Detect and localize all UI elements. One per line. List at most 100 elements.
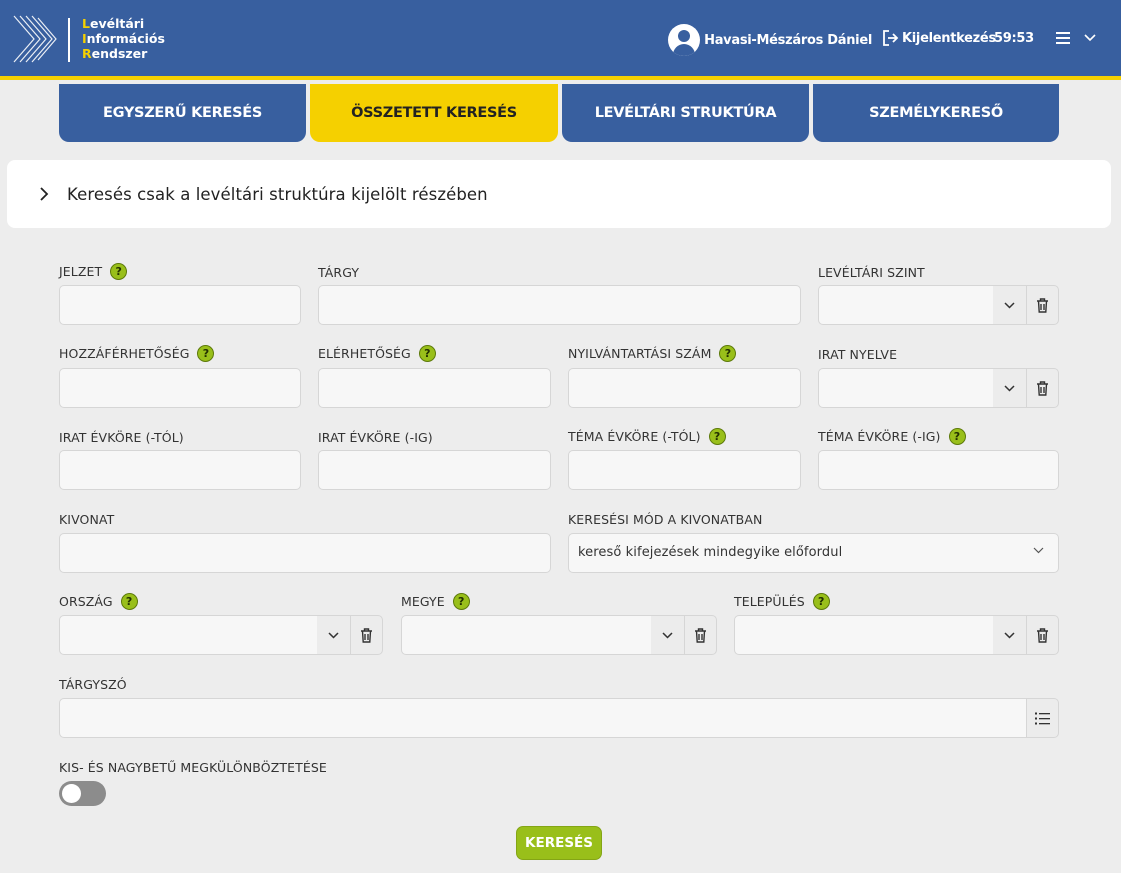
keresesi-mod-select[interactable]: kereső kifejezések mindegyike előfordul [568,533,1059,573]
irat-evkore-ig-label-text: IRAT ÉVKÖRE (-IG) [318,430,433,445]
chevron-down-icon [1004,384,1015,392]
kivonat-label-text: KIVONAT [59,512,115,527]
telepules-clear-button[interactable] [1026,615,1059,655]
orszag-select[interactable] [59,615,318,655]
user-avatar-icon [668,24,701,56]
chevron-down-icon [1004,301,1015,309]
hozzaferhetoseg-label: HOZZÁFÉRHETŐSÉG ? [59,345,215,362]
nyilvantartasi-szam-label-text: NYILVÁNTARTÁSI SZÁM [568,346,712,361]
tab-szemelykereso[interactable]: SZEMÉLYKERESŐ [813,84,1059,142]
tab-osszetett-kereses[interactable]: ÖSSZETETT KERESÉS [310,84,558,142]
megye-clear-button[interactable] [684,615,717,655]
targyszo-label: TÁRGYSZÓ [59,677,127,692]
orszag-dropdown[interactable] [317,615,350,655]
help-icon[interactable]: ? [708,428,726,445]
help-icon[interactable]: ? [812,593,830,610]
user-name: Havasi-Mészáros Dániel [704,32,872,48]
case-sensitive-label-text: KIS- ÉS NAGYBETŰ MEGKÜLÖNBÖZTETÉSE [59,760,327,775]
help-icon[interactable]: ? [948,428,966,445]
irat-nyelve-select[interactable] [818,368,994,408]
telepules-dropdown[interactable] [993,615,1026,655]
tema-evkore-ig-label-text: TÉMA ÉVKÖRE (-IG) [818,429,941,444]
telepules-label: TELEPÜLÉS ? [734,593,830,610]
tab-leveltari-struktura[interactable]: LEVÉLTÁRI STRUKTÚRA [562,84,809,142]
app-header: Levéltári Információs Rendszer Havasi-Mé… [0,0,1121,80]
logo-initial-1: L [82,16,90,31]
leveltari-szint-clear-button[interactable] [1026,285,1059,325]
session-timer: 59:53 [994,31,1034,46]
elerhetoseg-label-text: ELÉRHETŐSÉG [318,346,411,361]
structure-filter-label: Keresés csak a levéltári struktúra kijel… [67,184,488,204]
chevron-down-icon [1004,631,1015,639]
tema-evkore-ig-input[interactable] [818,450,1059,490]
help-icon[interactable]: ? [110,263,128,280]
tab-egyszeru-kereses[interactable]: EGYSZERŰ KERESÉS [59,84,306,142]
chevron-down-icon [662,631,673,639]
structure-filter-panel[interactable]: Keresés csak a levéltári struktúra kijel… [7,160,1111,228]
irat-nyelve-clear-button[interactable] [1026,368,1059,408]
elerhetoseg-input[interactable] [318,368,551,408]
case-sensitive-toggle[interactable] [59,781,106,806]
main-menu-button[interactable] [1056,32,1096,44]
targyszo-label-text: TÁRGYSZÓ [59,677,127,692]
search-button[interactable]: KERESÉS [516,826,602,860]
logout-icon [883,30,899,46]
list-icon [1035,712,1050,724]
telepules-select[interactable] [734,615,994,655]
irat-evkore-ig-input[interactable] [318,450,551,490]
elerhetoseg-label: ELÉRHETŐSÉG ? [318,345,436,362]
irat-evkore-tol-input[interactable] [59,450,301,490]
jelzet-input[interactable] [59,285,301,325]
tema-evkore-tol-input[interactable] [568,450,801,490]
megye-label-text: MEGYE [401,594,445,609]
chevron-right-icon [40,187,49,201]
logo-line-3: Rendszer [82,46,165,61]
user-profile[interactable]: Havasi-Mészáros Dániel [668,24,872,56]
megye-select[interactable] [401,615,652,655]
logo-divider [68,18,70,62]
leveltari-szint-dropdown[interactable] [993,285,1026,325]
logo-rest-1: evéltári [89,16,145,31]
logo-line-2: Információs [82,31,165,46]
leveltari-szint-select[interactable] [818,285,994,325]
kivonat-label: KIVONAT [59,512,114,527]
help-icon[interactable]: ? [120,593,138,610]
leveltari-szint-label-text: LEVÉLTÁRI SZINT [818,265,925,280]
trash-icon [1037,297,1048,313]
logo-rest-2: nformációs [86,31,165,46]
chevron-down-icon [1084,34,1096,42]
tema-evkore-tol-label: TÉMA ÉVKÖRE (-TÓL) ? [568,428,726,445]
keresesi-mod-selected: kereső kifejezések mindegyike előfordul [578,545,843,560]
logo-text: Levéltári Információs Rendszer [82,16,165,61]
logout-button[interactable]: Kijelentkezés [882,30,996,46]
megye-dropdown[interactable] [651,615,684,655]
megye-label: MEGYE ? [401,593,470,610]
logo-rest-3: endszer [91,46,148,61]
orszag-label-text: ORSZÁG [59,594,113,609]
keresesi-mod-label-text: KERESÉSI MÓD A KIVONATBAN [568,512,763,527]
toggle-knob [62,784,81,803]
help-icon[interactable]: ? [418,345,436,362]
case-sensitive-label: KIS- ÉS NAGYBETŰ MEGKÜLÖNBÖZTETÉSE [59,760,327,775]
help-icon[interactable]: ? [452,593,470,610]
irat-nyelve-dropdown[interactable] [993,368,1026,408]
help-icon[interactable]: ? [719,345,737,362]
nyilvantartasi-szam-label: NYILVÁNTARTÁSI SZÁM ? [568,345,737,362]
trash-icon [1037,627,1048,643]
orszag-clear-button[interactable] [350,615,383,655]
targyszo-input[interactable] [59,698,1027,738]
kivonat-input[interactable] [59,533,551,573]
chevron-down-icon [328,631,339,639]
targyszo-list-button[interactable] [1026,698,1059,738]
trash-icon [1037,380,1048,396]
irat-nyelve-label-text: IRAT NYELVE [818,347,898,362]
targy-label-text: TÁRGY [318,265,360,280]
nyilvantartasi-szam-input[interactable] [568,368,801,408]
help-icon[interactable]: ? [197,345,215,362]
targy-input[interactable] [318,285,801,325]
logo-icon [13,15,57,63]
hozzaferhetoseg-input[interactable] [59,368,301,408]
leveltari-szint-label: LEVÉLTÁRI SZINT [818,265,925,280]
jelzet-label: JELZET ? [59,263,128,280]
irat-evkore-tol-label: IRAT ÉVKÖRE (-TÓL) [59,430,184,445]
